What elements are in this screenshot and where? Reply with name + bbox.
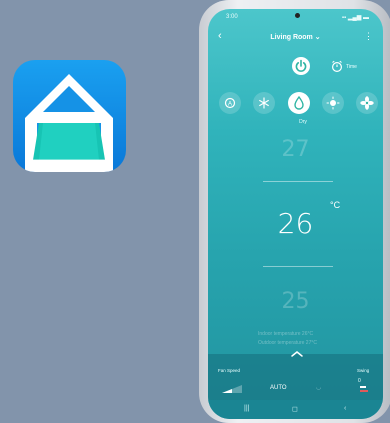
top-bar: ‹ Living Room ⌄ ⋮ xyxy=(208,27,383,47)
temperature-next[interactable]: 25 xyxy=(208,289,383,314)
system-nav-bar: ||| ◻ ‹ xyxy=(208,400,383,419)
mode-dry-button[interactable] xyxy=(288,92,310,114)
phone-screen: 3:00 ▪▪ ▂▄▆ ▬ ‹ Living Room ⌄ ⋮ Time A D… xyxy=(208,9,383,419)
home-button[interactable]: ◻ xyxy=(292,405,298,413)
mode-cool-button[interactable] xyxy=(253,92,275,114)
status-bar: 3:00 ▪▪ ▂▄▆ ▬ xyxy=(208,9,383,27)
phone-frame: 3:00 ▪▪ ▂▄▆ ▬ ‹ Living Room ⌄ ⋮ Time A D… xyxy=(199,0,390,423)
app-icon[interactable] xyxy=(13,60,126,172)
mode-auto-button[interactable]: A xyxy=(219,92,241,114)
swing-icon[interactable] xyxy=(359,385,369,394)
status-time: 3:00 xyxy=(226,14,238,20)
fan-speed-bars-icon xyxy=(222,385,242,393)
fan-icon xyxy=(360,96,374,110)
mode-heat-button[interactable] xyxy=(322,92,344,114)
swing-label: Swing xyxy=(357,368,370,373)
svg-text:A: A xyxy=(228,102,232,108)
timer-label: Time xyxy=(346,64,357,70)
drop-icon xyxy=(294,95,304,110)
fan-mode-icon[interactable]: ◡ xyxy=(316,384,321,391)
room-title[interactable]: Living Room ⌄ xyxy=(208,33,383,41)
timer-icon[interactable] xyxy=(330,59,344,73)
nav-back-button[interactable]: ‹ xyxy=(344,405,346,412)
snowflake-icon xyxy=(259,97,269,109)
status-icons: ▪▪ ▂▄▆ ▬ xyxy=(341,15,369,21)
temperature-previous[interactable]: 27 xyxy=(208,137,383,162)
chevron-up-icon[interactable] xyxy=(290,350,304,358)
recents-button[interactable]: ||| xyxy=(244,405,249,412)
house-ac-icon xyxy=(25,74,113,172)
mode-fan-button[interactable] xyxy=(356,92,378,114)
divider-bottom xyxy=(263,266,333,267)
sun-icon xyxy=(326,96,340,110)
bottom-panel: Fan Speed AUTO ◡ Swing 0 xyxy=(208,351,383,400)
divider-top xyxy=(263,181,333,182)
selected-mode-label: Dry xyxy=(299,119,307,125)
more-icon[interactable]: ⋮ xyxy=(364,31,373,42)
fan-speed-label: Fan Speed xyxy=(218,368,241,373)
temperature-current[interactable]: 26 xyxy=(208,207,383,240)
outdoor-temperature: Outdoor temperature 27°C xyxy=(258,340,317,346)
indoor-temperature: Indoor temperature 26°C xyxy=(258,331,314,337)
power-button[interactable] xyxy=(292,57,310,75)
fan-speed-value[interactable]: AUTO xyxy=(270,385,287,391)
temperature-unit: °C xyxy=(330,200,341,210)
power-icon xyxy=(295,59,307,72)
camera-hole xyxy=(295,13,300,18)
swing-value[interactable]: 0 xyxy=(358,378,361,384)
auto-mode-icon: A xyxy=(224,97,236,109)
